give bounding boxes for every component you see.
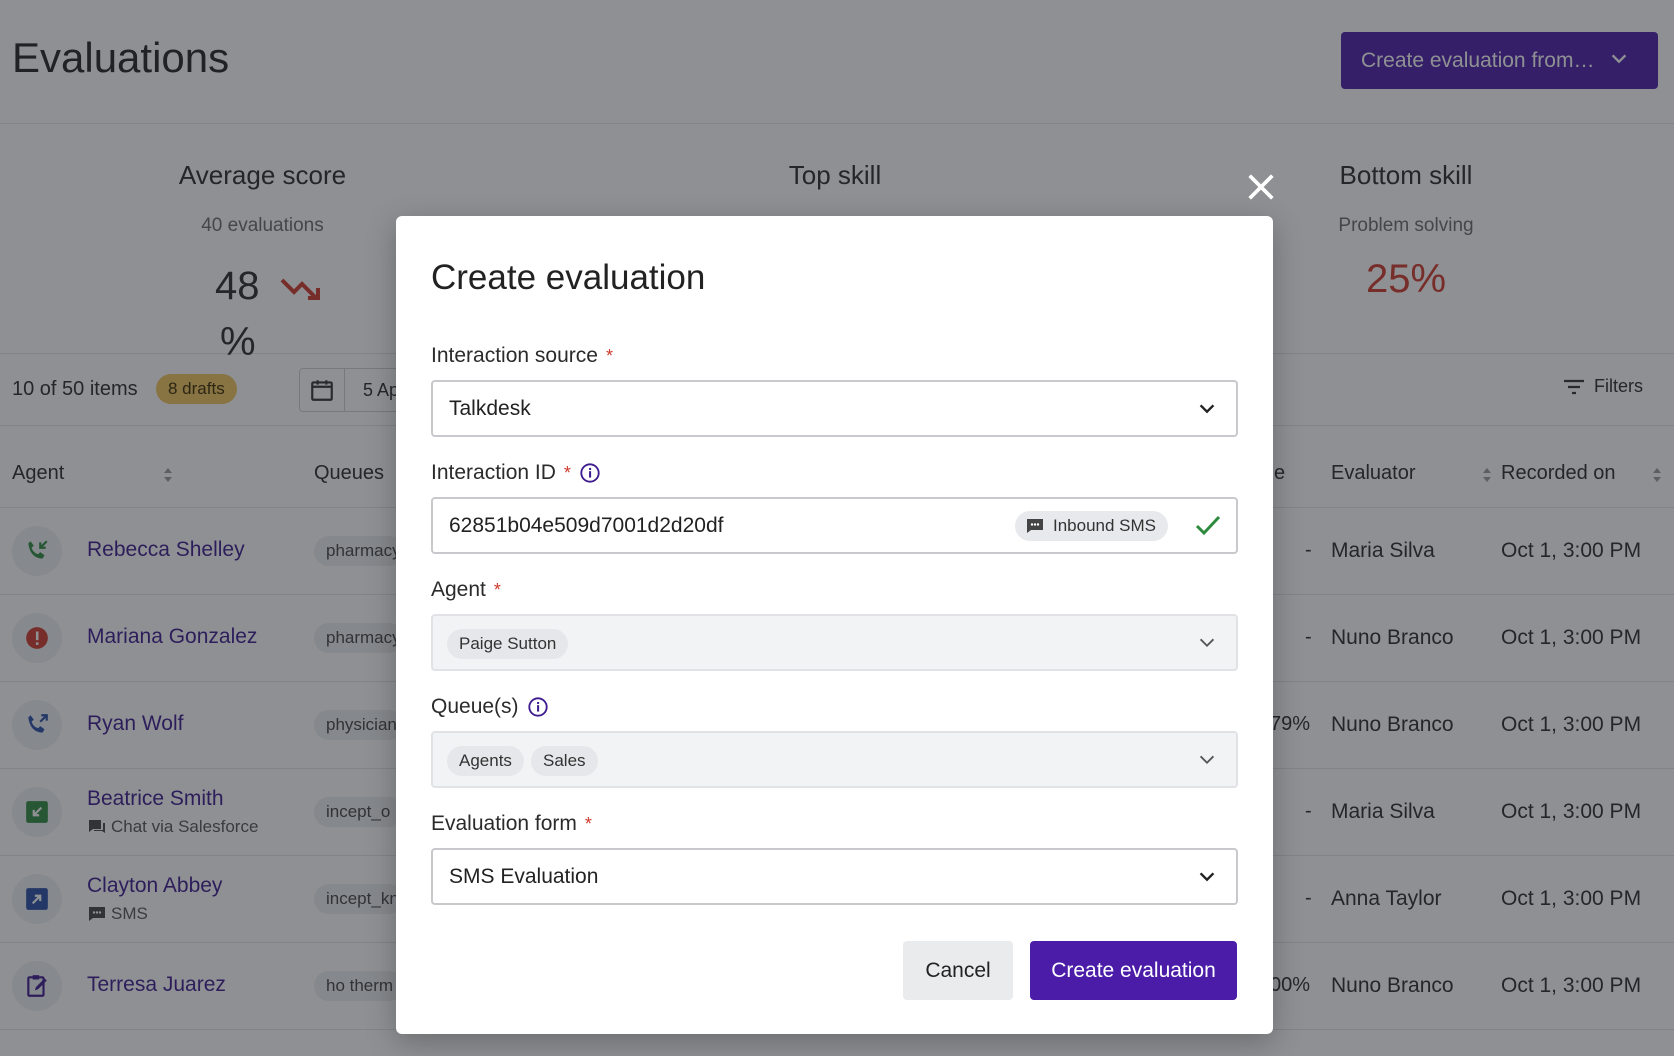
info-icon[interactable] bbox=[527, 696, 549, 718]
interaction-source-label: Interaction source * bbox=[431, 344, 613, 368]
channel-chip: Inbound SMS bbox=[1015, 511, 1169, 541]
agent-select[interactable]: Paige Sutton bbox=[431, 614, 1238, 671]
chevron-down-icon bbox=[1199, 755, 1215, 765]
close-icon[interactable] bbox=[1244, 170, 1278, 204]
agent-label-text: Agent bbox=[431, 578, 486, 601]
agent-label: Agent * bbox=[431, 578, 501, 602]
interaction-id-label: Interaction ID * bbox=[431, 461, 601, 485]
required-marker: * bbox=[563, 462, 571, 483]
evaluation-form-select[interactable]: SMS Evaluation bbox=[431, 848, 1238, 905]
queue-chip: Agents bbox=[447, 746, 524, 776]
check-icon bbox=[1195, 515, 1221, 536]
evaluation-form-label: Evaluation form * bbox=[431, 812, 592, 836]
cancel-button[interactable]: Cancel bbox=[903, 941, 1013, 1000]
queues-label-text: Queue(s) bbox=[431, 695, 519, 718]
interaction-source-label-text: Interaction source bbox=[431, 344, 598, 367]
required-marker: * bbox=[584, 813, 592, 834]
dialog-title: Create evaluation bbox=[431, 258, 706, 297]
evaluation-form-value: SMS Evaluation bbox=[449, 865, 599, 888]
required-marker: * bbox=[493, 579, 501, 600]
interaction-source-select[interactable]: Talkdesk bbox=[431, 380, 1238, 437]
agent-chip: Paige Sutton bbox=[447, 629, 569, 659]
evaluation-form-label-text: Evaluation form bbox=[431, 812, 577, 835]
chevron-down-icon bbox=[1199, 872, 1215, 882]
chevron-down-icon bbox=[1199, 638, 1215, 648]
queues-label: Queue(s) bbox=[431, 695, 549, 719]
chevron-down-icon bbox=[1199, 404, 1215, 414]
create-evaluation-dialog: Create evaluation Interaction source * T… bbox=[396, 216, 1273, 1034]
interaction-source-value: Talkdesk bbox=[449, 397, 531, 420]
channel-chip-label: Inbound SMS bbox=[1053, 516, 1157, 535]
info-icon[interactable] bbox=[579, 462, 601, 484]
interaction-id-value: 62851b04e509d7001d2d20df bbox=[449, 514, 724, 537]
interaction-id-input[interactable]: 62851b04e509d7001d2d20df Inbound SMS bbox=[431, 497, 1238, 554]
interaction-id-label-text: Interaction ID bbox=[431, 461, 556, 484]
create-evaluation-button[interactable]: Create evaluation bbox=[1030, 941, 1237, 1000]
queue-chip: Sales bbox=[531, 746, 598, 776]
sms-icon bbox=[1027, 519, 1043, 533]
required-marker: * bbox=[605, 345, 613, 366]
queues-select[interactable]: Agents Sales bbox=[431, 731, 1238, 788]
